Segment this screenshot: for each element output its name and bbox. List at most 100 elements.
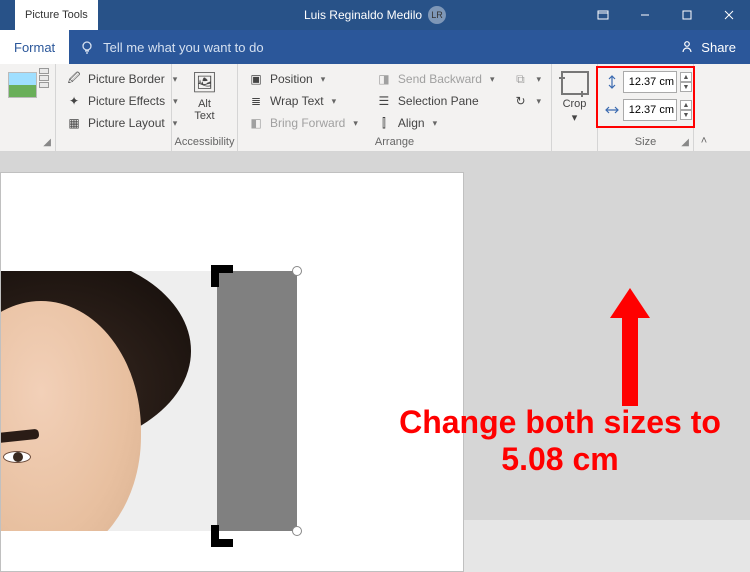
tell-me-search[interactable]: Tell me what you want to do — [69, 30, 273, 64]
group-title-accessibility: Accessibility — [178, 133, 231, 151]
selection-handle[interactable] — [292, 526, 302, 536]
picture-effects-button[interactable]: ✦ Picture Effects ▾ — [62, 92, 182, 110]
picture-layout-button[interactable]: ▦ Picture Layout ▾ — [62, 114, 182, 132]
position-label: Position — [270, 72, 313, 86]
crop-handle-top[interactable] — [211, 265, 219, 287]
document-user-name: Luis Reginaldo Medilo — [304, 8, 422, 22]
selected-picture[interactable] — [1, 271, 297, 531]
crop-handle-bottom[interactable] — [211, 525, 219, 547]
height-spin-up[interactable]: ▲ — [680, 72, 692, 82]
document-area: Change both sizes to 5.08 cm — [0, 152, 750, 520]
send-backward-icon: ◨ — [376, 71, 392, 87]
ribbon-tab-strip: Format Tell me what you want to do Share — [0, 30, 750, 64]
chevron-down-icon: ▾ — [536, 96, 541, 107]
group-size: ▲ ▼ ▲ ▼ Size ◢ — [598, 64, 694, 151]
group-objects-button[interactable]: ⧉ ▾ — [508, 70, 545, 88]
size-dialog-launcher[interactable]: ◢ — [681, 137, 689, 148]
chevron-down-icon: ▾ — [536, 74, 541, 85]
chevron-down-icon: ▾ — [490, 74, 495, 85]
group-title-arrange: Arrange — [244, 133, 545, 151]
dialog-launcher-icon[interactable]: ◢ — [43, 137, 51, 148]
selection-pane-icon: ☰ — [376, 93, 392, 109]
collapse-ribbon-button[interactable]: ˄ — [694, 64, 714, 151]
chevron-down-icon: ▾ — [433, 118, 438, 129]
wrap-text-icon: ≣ — [248, 93, 264, 109]
alt-text-button[interactable]: 🖼 Alt Text — [186, 68, 224, 124]
window-controls — [582, 0, 750, 30]
more-icon — [39, 82, 49, 88]
picture-border-label: Picture Border — [88, 72, 165, 86]
send-backward-button[interactable]: ◨ Send Backward ▾ — [372, 70, 499, 88]
width-control: ▲ ▼ — [604, 99, 692, 121]
selection-pane-button[interactable]: ☰ Selection Pane — [372, 92, 499, 110]
rotate-icon: ↻ — [512, 93, 528, 109]
width-input[interactable] — [623, 99, 677, 121]
group-crop: Crop ▾ — [552, 64, 598, 151]
lightbulb-icon — [79, 39, 95, 55]
user-avatar[interactable]: LR — [428, 6, 446, 24]
minimize-button[interactable] — [624, 0, 666, 30]
bring-forward-label: Bring Forward — [270, 116, 345, 130]
align-button[interactable]: ⫿ Align ▾ — [372, 114, 499, 132]
height-input[interactable] — [623, 71, 677, 93]
selection-pane-label: Selection Pane — [398, 94, 479, 108]
annotation-arrow — [614, 288, 646, 406]
chevron-down-icon: ▾ — [572, 112, 578, 124]
picture-layout-icon: ▦ — [66, 115, 82, 131]
crop-shade — [217, 271, 297, 531]
height-control: ▲ ▼ — [604, 71, 692, 93]
wrap-text-button[interactable]: ≣ Wrap Text ▾ — [244, 92, 362, 110]
group-icon: ⧉ — [512, 71, 528, 87]
group-picture-styles: ◢ — [0, 64, 56, 151]
bring-forward-button[interactable]: ◧ Bring Forward ▾ — [244, 114, 362, 132]
title-center: Luis Reginaldo Medilo LR — [304, 6, 446, 24]
selection-handle[interactable] — [292, 266, 302, 276]
align-icon: ⫿ — [376, 115, 392, 131]
picture-style-preset[interactable] — [8, 72, 37, 98]
height-spin-down[interactable]: ▼ — [680, 82, 692, 92]
picture-effects-icon: ✦ — [66, 93, 82, 109]
align-label: Align — [398, 116, 425, 130]
chevron-down-icon: ▾ — [332, 96, 337, 107]
picture-layout-label: Picture Layout — [88, 116, 165, 130]
alt-text-icon: 🖼 — [190, 70, 220, 96]
width-spin-down[interactable]: ▼ — [680, 110, 692, 120]
height-icon — [604, 74, 620, 90]
picture-effects-label: Picture Effects — [88, 94, 165, 108]
alt-text-label: Alt Text — [194, 98, 214, 122]
ribbon-display-options-button[interactable] — [582, 0, 624, 30]
share-button[interactable]: Share — [665, 30, 750, 64]
wrap-text-label: Wrap Text — [270, 94, 324, 108]
chevron-down-icon: ▾ — [353, 118, 358, 129]
page — [0, 172, 464, 572]
chevron-down-icon: ▾ — [321, 74, 326, 85]
crop-icon — [560, 70, 590, 96]
tell-me-placeholder: Tell me what you want to do — [103, 40, 263, 55]
maximize-button[interactable] — [666, 0, 708, 30]
tab-format[interactable]: Format — [0, 30, 69, 64]
bring-forward-icon: ◧ — [248, 115, 264, 131]
group-arrange: ▣ Position ▾ ≣ Wrap Text ▾ ◧ Bring Forwa… — [238, 64, 552, 151]
group-accessibility: 🖼 Alt Text Accessibility — [172, 64, 238, 151]
group-title-size: Size — [604, 133, 687, 151]
ribbon: ◢ 🖉 Picture Border ▾ ✦ Picture Effects ▾… — [0, 64, 750, 152]
annotation-text: Change both sizes to 5.08 cm — [370, 404, 750, 478]
position-button[interactable]: ▣ Position ▾ — [244, 70, 362, 88]
share-icon — [679, 39, 695, 55]
group-picture-border-effects: 🖉 Picture Border ▾ ✦ Picture Effects ▾ ▦… — [56, 64, 172, 151]
picture-styles-more-button[interactable] — [39, 68, 49, 88]
send-backward-label: Send Backward — [398, 72, 482, 86]
picture-border-button[interactable]: 🖉 Picture Border ▾ — [62, 70, 182, 88]
share-label: Share — [701, 40, 736, 55]
rotate-button[interactable]: ↻ ▾ — [508, 92, 545, 110]
position-icon: ▣ — [248, 71, 264, 87]
crop-label: Crop — [563, 98, 587, 110]
row-up-icon — [39, 68, 49, 74]
width-icon — [604, 102, 620, 118]
row-down-icon — [39, 75, 49, 81]
picture-content — [1, 271, 217, 531]
title-bar: Picture Tools Luis Reginaldo Medilo LR — [0, 0, 750, 30]
crop-button[interactable]: Crop ▾ — [556, 68, 594, 126]
width-spin-up[interactable]: ▲ — [680, 100, 692, 110]
close-button[interactable] — [708, 0, 750, 30]
